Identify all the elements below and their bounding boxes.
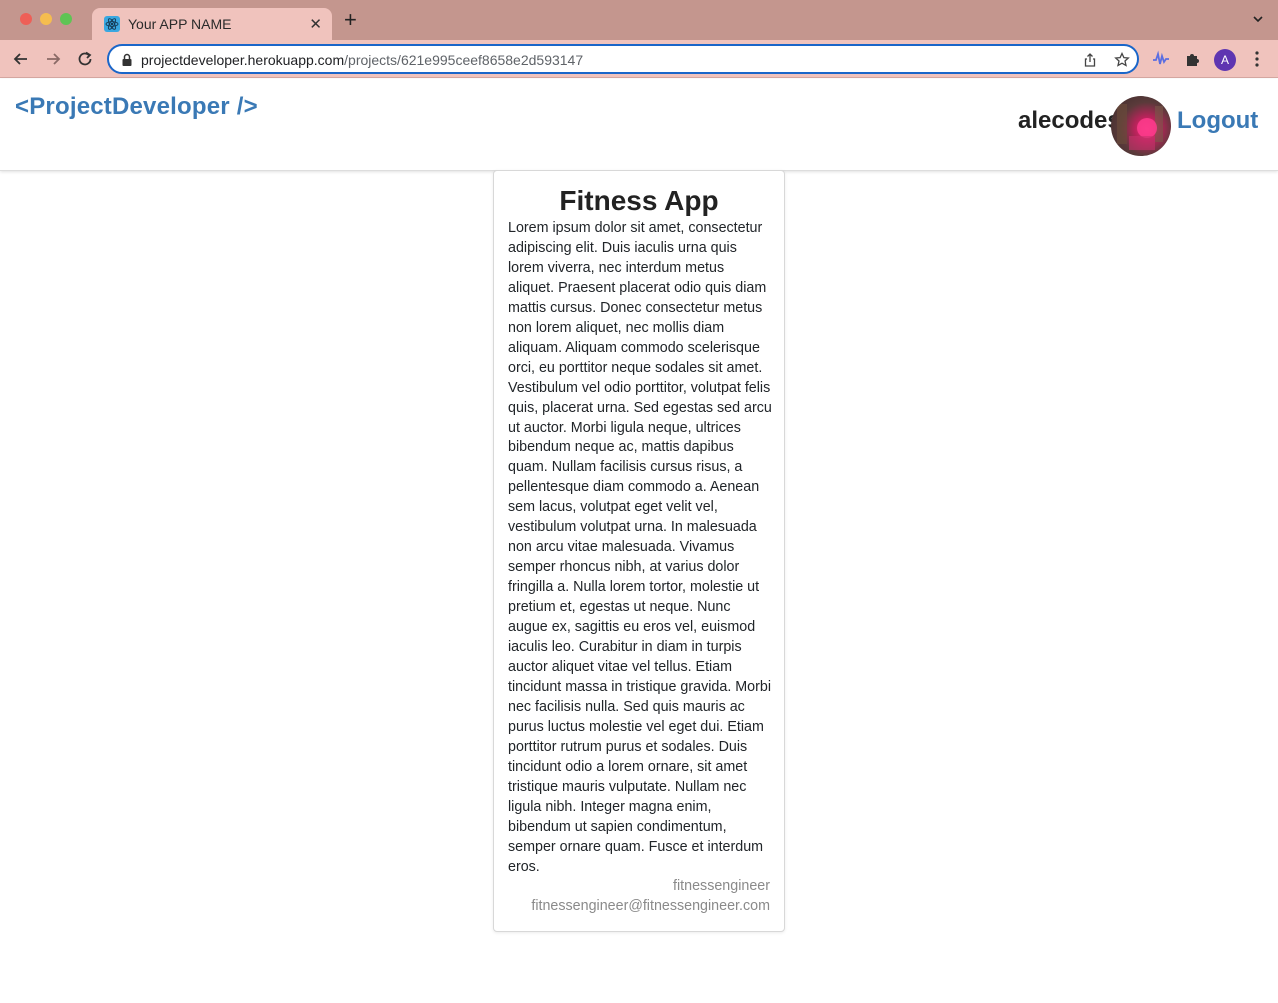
- reload-icon[interactable]: [75, 49, 95, 69]
- react-favicon-icon: [104, 16, 120, 32]
- project-title: Fitness App: [559, 185, 719, 216]
- url-path: /projects/621e995ceef8658e2d593147: [344, 52, 584, 68]
- window-minimize-button[interactable]: [40, 13, 52, 25]
- avatar[interactable]: [1111, 96, 1171, 156]
- tab-list-chevron-icon[interactable]: [1252, 13, 1264, 25]
- profile-avatar[interactable]: A: [1214, 49, 1236, 71]
- username: alecodes: [1018, 107, 1121, 134]
- browser-toolbar: projectdeveloper.herokuapp.com/projects/…: [0, 40, 1278, 78]
- puzzle-icon[interactable]: [1184, 50, 1202, 68]
- star-icon[interactable]: [1114, 52, 1130, 68]
- tab-title: Your APP NAME: [128, 16, 232, 32]
- project-email: fitnessengineer@fitnessengineer.com: [531, 898, 770, 914]
- avatar-photo: [1117, 104, 1163, 150]
- extension-wave-icon[interactable]: [1152, 50, 1170, 68]
- kebab-menu-icon[interactable]: [1255, 51, 1259, 67]
- url-text: projectdeveloper.herokuapp.com/projects/…: [141, 52, 583, 68]
- url-host: projectdeveloper.herokuapp.com: [141, 52, 345, 68]
- project-description: Lorem ipsum dolor sit amet, consectetur …: [508, 220, 772, 875]
- project-card: Fitness App Lorem ipsum dolor sit amet, …: [493, 170, 785, 932]
- window-maximize-button[interactable]: [60, 13, 72, 25]
- browser-tab[interactable]: Your APP NAME ✕: [92, 8, 332, 40]
- lock-icon[interactable]: [121, 53, 133, 67]
- back-icon[interactable]: [11, 49, 31, 69]
- brand-link[interactable]: <ProjectDeveloper />: [15, 93, 258, 121]
- new-tab-button[interactable]: +: [344, 9, 357, 31]
- logout-link[interactable]: Logout: [1177, 107, 1258, 135]
- address-bar[interactable]: projectdeveloper.herokuapp.com/projects/…: [107, 44, 1139, 74]
- forward-icon[interactable]: [43, 49, 63, 69]
- share-icon[interactable]: [1082, 52, 1098, 68]
- project-author: fitnessengineer: [673, 878, 770, 894]
- app-navbar: <ProjectDeveloper /> alecodes Logout: [0, 79, 1278, 171]
- browser-tab-bar: Your APP NAME ✕ +: [0, 0, 1278, 40]
- tab-close-icon[interactable]: ✕: [309, 15, 322, 33]
- window-close-button[interactable]: [20, 13, 32, 25]
